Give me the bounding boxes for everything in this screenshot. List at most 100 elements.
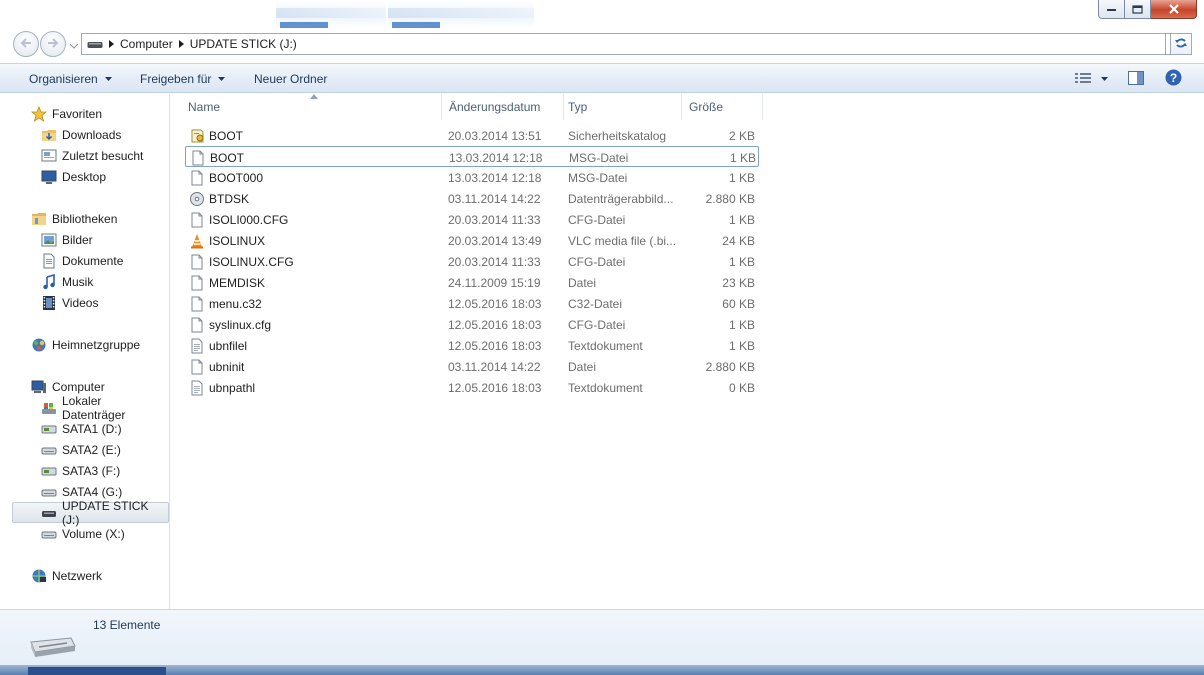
nav-item-local-disk[interactable]: Lokaler Datenträger bbox=[0, 394, 168, 422]
chevron-down-icon bbox=[1100, 77, 1108, 81]
nav-item-desktop[interactable]: Desktop bbox=[0, 166, 168, 187]
nav-item-sata2[interactable]: SATA2 (E:) bbox=[0, 439, 168, 460]
share-with-menu-button[interactable]: Freigeben für bbox=[140, 64, 226, 93]
change-view-button[interactable] bbox=[1069, 69, 1113, 89]
nav-label: Volume (X:) bbox=[62, 526, 125, 541]
preview-pane-button[interactable] bbox=[1125, 69, 1147, 89]
organize-menu-button[interactable]: Organisieren bbox=[29, 64, 112, 93]
file-date: 12.05.2016 18:03 bbox=[448, 296, 542, 311]
file-row[interactable]: ubnfilel 12.05.2016 18:03 Textdokument 1 KB bbox=[185, 335, 759, 356]
file-name: syslinux.cfg bbox=[209, 317, 272, 332]
file-icon bbox=[189, 317, 205, 333]
file-name: BTDSK bbox=[209, 191, 250, 206]
new-folder-button[interactable]: Neuer Ordner bbox=[254, 64, 327, 93]
hard-drive-icon bbox=[41, 463, 57, 479]
breadcrumb-current-drive[interactable]: UPDATE STICK (J:) bbox=[190, 37, 297, 51]
file-date: 20.03.2014 13:49 bbox=[448, 233, 542, 248]
file-row[interactable]: BTDSK 03.11.2014 14:22 Datenträgerabbild..… bbox=[185, 188, 759, 209]
nav-label: Videos bbox=[62, 295, 99, 310]
nav-homegroup[interactable]: Heimnetzgruppe bbox=[0, 334, 168, 355]
file-row[interactable]: ubnpathl 12.05.2016 18:03 Textdokument 0 KB bbox=[185, 377, 759, 398]
file-name-cell: ubninit bbox=[189, 356, 445, 377]
minimize-button[interactable] bbox=[1098, 0, 1125, 19]
file-name: ISOLINUX.CFG bbox=[209, 254, 294, 269]
column-header-type[interactable]: Typ bbox=[568, 94, 682, 120]
nav-item-music[interactable]: Musik bbox=[0, 271, 168, 292]
file-type: Sicherheitskatalog bbox=[568, 128, 667, 143]
file-size: 1 KB bbox=[728, 317, 755, 332]
file-row[interactable]: MEMDISK 24.11.2009 15:19 Datei 23 KB bbox=[185, 272, 759, 293]
nav-label: SATA2 (E:) bbox=[62, 442, 121, 457]
navigation-pane: Favoriten Downloads Zuletzt besucht Desk… bbox=[0, 94, 170, 609]
file-row[interactable]: ISOLINUX.CFG 20.03.2014 11:33 CFG-Datei 1 K… bbox=[185, 251, 759, 272]
nav-item-videos[interactable]: Videos bbox=[0, 292, 168, 313]
file-date: 12.05.2016 18:03 bbox=[448, 380, 542, 395]
address-bar[interactable]: Computer UPDATE STICK (J:) bbox=[81, 33, 1166, 55]
new-folder-label: Neuer Ordner bbox=[254, 71, 328, 86]
file-row[interactable]: ISOLINUX 20.03.2014 13:49 VLC media file (… bbox=[185, 230, 759, 251]
file-date: 20.03.2014 11:33 bbox=[448, 254, 541, 269]
nav-item-pictures[interactable]: Bilder bbox=[0, 229, 168, 250]
file-type: CFG-Datei bbox=[568, 254, 626, 269]
forward-button[interactable] bbox=[40, 31, 66, 57]
refresh-icon bbox=[1174, 36, 1188, 53]
close-button[interactable] bbox=[1151, 0, 1197, 19]
background-window-ghost bbox=[276, 0, 386, 28]
nav-network[interactable]: Netzwerk bbox=[0, 565, 168, 586]
breadcrumb-chevron-icon[interactable] bbox=[178, 40, 184, 48]
homegroup-icon bbox=[31, 337, 47, 353]
help-button[interactable]: ? bbox=[1162, 69, 1184, 89]
column-header-date[interactable]: Änderungsdatum bbox=[449, 94, 564, 120]
nav-libraries[interactable]: Bibliotheken bbox=[0, 208, 168, 229]
file-size: 1 KB bbox=[728, 212, 755, 227]
file-date: 13.03.2014 12:18 bbox=[449, 150, 543, 165]
file-row[interactable]: ubninit 03.11.2014 14:22 Datei 2.880 KB bbox=[185, 356, 759, 377]
nav-item-volume-x[interactable]: Volume (X:) bbox=[0, 523, 168, 544]
file-name-cell: ISOLINUX.CFG bbox=[189, 251, 445, 272]
file-type: MSG-Datei bbox=[568, 170, 628, 185]
file-row[interactable]: BOOT 20.03.2014 13:51 Sicherheitskatalog 2 … bbox=[185, 125, 759, 146]
breadcrumb-computer[interactable]: Computer bbox=[120, 37, 173, 51]
breadcrumb-chevron-icon[interactable] bbox=[109, 40, 114, 48]
nav-item-update-stick[interactable]: UPDATE STICK (J:) bbox=[12, 499, 169, 527]
forward-arrow-icon bbox=[46, 37, 60, 52]
column-header-size[interactable]: Größe bbox=[689, 94, 763, 120]
column-header-name[interactable]: Name bbox=[188, 94, 442, 120]
file-icon bbox=[189, 275, 205, 291]
nav-favorites[interactable]: Favoriten bbox=[0, 103, 168, 124]
documents-icon bbox=[41, 253, 57, 269]
file-date: 12.05.2016 18:03 bbox=[448, 338, 542, 353]
refresh-button[interactable] bbox=[1170, 33, 1192, 55]
nav-item-recent-places[interactable]: Zuletzt besucht bbox=[0, 145, 168, 166]
taskbar-edge bbox=[0, 665, 1204, 675]
recent-pages-dropdown[interactable] bbox=[69, 40, 78, 49]
file-name-cell: syslinux.cfg bbox=[189, 314, 445, 335]
preview-pane-icon bbox=[1128, 70, 1144, 88]
file-row[interactable]: BOOT000 13.03.2014 12:18 MSG-Datei 1 KB bbox=[185, 167, 759, 188]
chevron-down-icon bbox=[218, 76, 226, 81]
column-label: Name bbox=[188, 100, 221, 114]
title-bar[interactable] bbox=[0, 0, 1204, 28]
videos-icon bbox=[41, 295, 57, 311]
nav-item-sata1[interactable]: SATA1 (D:) bbox=[0, 418, 168, 439]
file-size: 1 KB bbox=[729, 150, 756, 165]
catalog-icon bbox=[189, 128, 205, 144]
file-row[interactable]: menu.c32 12.05.2016 18:03 C32-Datei 60 KB bbox=[185, 293, 759, 314]
file-name: menu.c32 bbox=[209, 296, 262, 311]
file-name-cell: BOOT bbox=[190, 147, 446, 168]
file-size: 2 KB bbox=[728, 128, 755, 143]
downloads-folder-icon bbox=[41, 127, 57, 143]
nav-item-downloads[interactable]: Downloads bbox=[0, 124, 168, 145]
file-icon bbox=[189, 296, 205, 312]
file-row[interactable]: BOOT 13.03.2014 12:18 MSG-Datei 1 KB bbox=[185, 146, 759, 167]
maximize-button[interactable] bbox=[1125, 0, 1151, 19]
file-row[interactable]: syslinux.cfg 12.05.2016 18:03 CFG-Datei 1 K… bbox=[185, 314, 759, 335]
file-name-cell: ubnfilel bbox=[189, 335, 445, 356]
file-icon bbox=[189, 212, 205, 228]
file-type: Textdokument bbox=[568, 380, 643, 395]
back-button[interactable] bbox=[13, 31, 39, 57]
file-date: 20.03.2014 13:51 bbox=[448, 128, 542, 143]
nav-item-documents[interactable]: Dokumente bbox=[0, 250, 168, 271]
nav-item-sata3[interactable]: SATA3 (F:) bbox=[0, 460, 168, 481]
file-row[interactable]: ISOLI000.CFG 20.03.2014 11:33 CFG-Datei 1 K… bbox=[185, 209, 759, 230]
